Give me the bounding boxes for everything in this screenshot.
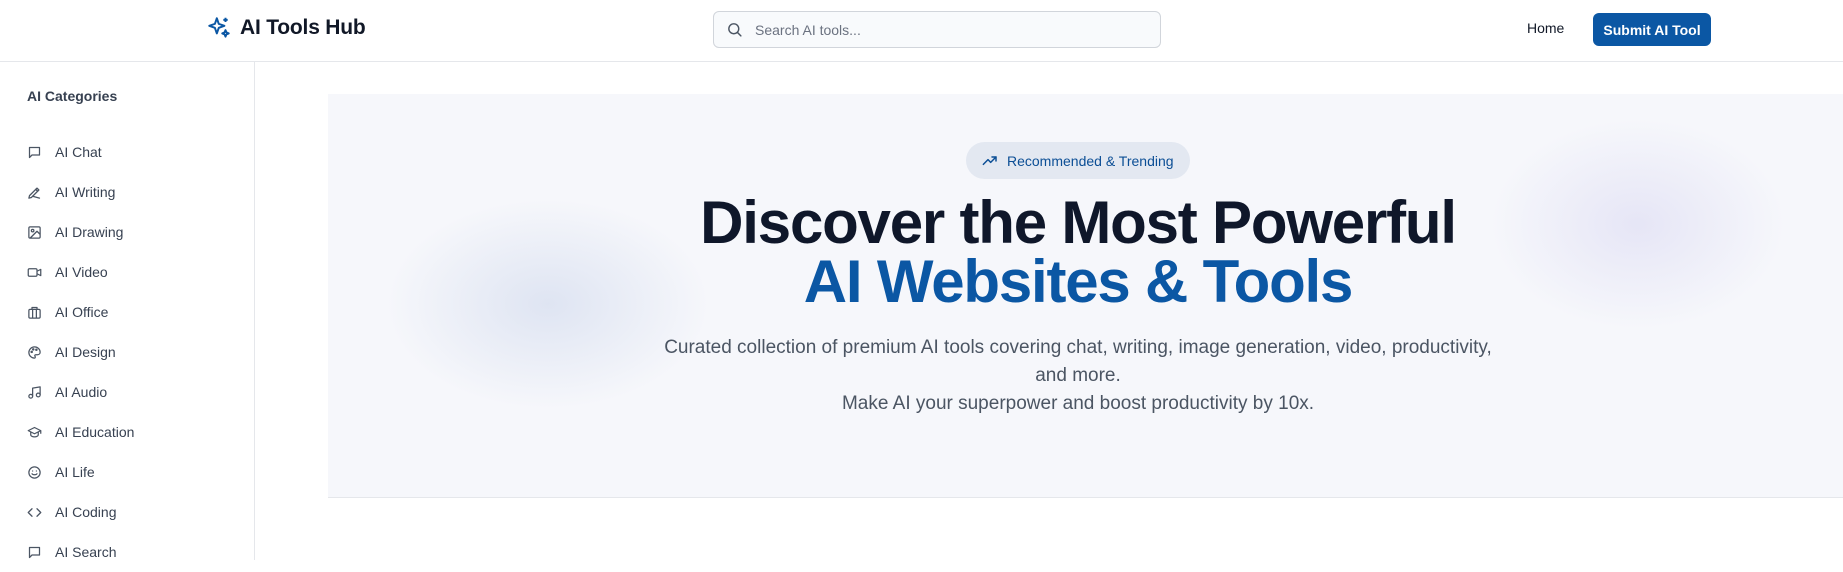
sidebar-item-label: AI Writing: [55, 184, 116, 200]
sidebar-item-ai-office[interactable]: AI Office: [27, 292, 237, 332]
sidebar-item-label: AI Search: [55, 544, 117, 560]
category-list: AI Chat AI Writing AI Drawing AI Video A…: [27, 132, 237, 572]
music-icon: [28, 385, 41, 399]
hero-description: Curated collection of premium AI tools c…: [658, 334, 1498, 418]
logo[interactable]: AI Tools Hub: [206, 15, 366, 41]
sidebar-item-ai-life[interactable]: AI Life: [27, 452, 237, 492]
hero-description-line2: Make AI your superpower and boost produc…: [841, 393, 1315, 414]
sidebar-item-ai-education[interactable]: AI Education: [27, 412, 237, 452]
top-header: AI Tools Hub Home Submit AI Tool: [0, 0, 1843, 62]
trending-up-icon: [982, 155, 997, 165]
code-icon: [27, 507, 42, 517]
logo-text: AI Tools Hub: [240, 16, 366, 39]
sidebar-item-ai-drawing[interactable]: AI Drawing: [27, 212, 237, 252]
sidebar-item-label: AI Audio: [55, 384, 108, 400]
badge-label: Recommended & Trending: [1007, 152, 1174, 169]
sidebar: AI Categories AI Chat AI Writing AI Draw…: [0, 62, 255, 560]
sidebar-item-ai-chat[interactable]: AI Chat: [27, 132, 237, 172]
trending-badge: Recommended & Trending: [966, 142, 1190, 179]
smile-icon: [28, 465, 41, 479]
graduation-cap-icon: [27, 426, 42, 437]
sidebar-title: AI Categories: [27, 88, 118, 104]
chat-icon: [28, 546, 41, 558]
sidebar-item-label: AI Coding: [55, 504, 117, 520]
sidebar-item-ai-audio[interactable]: AI Audio: [27, 372, 237, 412]
hero-title-line1: Discover the Most Powerful: [700, 189, 1457, 256]
sidebar-item-label: AI Drawing: [55, 224, 124, 240]
sidebar-item-ai-writing[interactable]: AI Writing: [27, 172, 237, 212]
palette-icon: [28, 345, 41, 359]
sidebar-item-label: AI Office: [55, 304, 109, 320]
sidebar-item-label: AI Chat: [55, 144, 102, 160]
search-icon: [728, 23, 742, 37]
sidebar-item-ai-design[interactable]: AI Design: [27, 332, 237, 372]
sidebar-item-label: AI Video: [55, 264, 108, 280]
search-box[interactable]: [713, 11, 1161, 48]
hero-section: Recommended & Trending Discover the Most…: [328, 94, 1843, 498]
sidebar-item-label: AI Life: [55, 464, 95, 480]
submit-ai-tool-button[interactable]: Submit AI Tool: [1593, 13, 1711, 46]
video-icon: [27, 267, 42, 277]
search-input[interactable]: [755, 21, 1135, 38]
sidebar-item-label: AI Design: [55, 344, 116, 360]
sidebar-item-ai-video[interactable]: AI Video: [27, 252, 237, 292]
sidebar-item-ai-search[interactable]: AI Search: [27, 532, 237, 572]
nav-home-link[interactable]: Home: [1527, 20, 1564, 36]
chat-icon: [28, 146, 41, 158]
briefcase-icon: [28, 306, 41, 319]
sparkles-icon: [208, 17, 230, 38]
hero-title-line2: AI Websites & Tools: [803, 248, 1354, 315]
image-icon: [28, 225, 41, 239]
sidebar-item-label: AI Education: [55, 424, 135, 440]
hero-description-line1: Curated collection of premium AI tools c…: [664, 337, 1492, 386]
pen-icon: [28, 187, 41, 199]
sidebar-item-ai-coding[interactable]: AI Coding: [27, 492, 237, 532]
